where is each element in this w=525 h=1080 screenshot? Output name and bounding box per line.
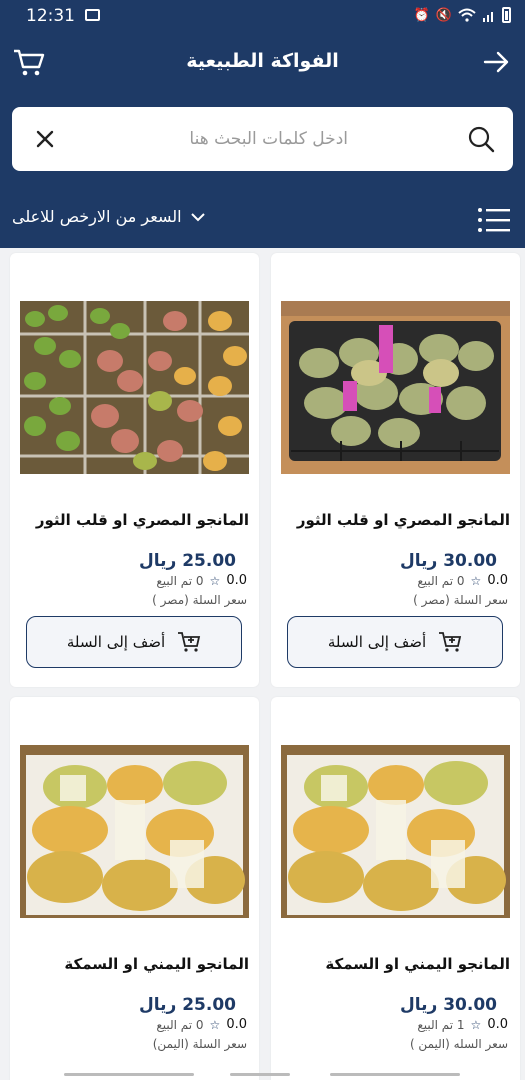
star-icon: ☆ bbox=[470, 1017, 482, 1032]
mute-icon: 🔇 bbox=[435, 7, 452, 23]
menu-list-icon[interactable] bbox=[477, 205, 511, 235]
search-placeholder: ادخل كلمات البحث هنا bbox=[189, 129, 348, 149]
product-image bbox=[20, 301, 249, 474]
scroll-indicator bbox=[330, 1073, 460, 1076]
chevron-down-icon bbox=[190, 212, 205, 221]
sold-count: 1 تم البيع bbox=[417, 1017, 465, 1032]
back-arrow-icon[interactable] bbox=[481, 47, 511, 77]
add-to-cart-button[interactable]: أضف إلى السلة bbox=[287, 616, 503, 668]
product-origin: سعر السلة (مصر ) bbox=[152, 593, 247, 607]
product-card[interactable]: المانجو المصري او قلب الثور 25.00 ريال 0… bbox=[10, 253, 259, 687]
sold-count: 0 تم البيع bbox=[417, 573, 465, 588]
rating-value: 0.0 bbox=[226, 573, 247, 588]
product-image bbox=[281, 745, 510, 918]
product-name: المانجو اليمني او السمكة bbox=[64, 955, 249, 973]
app-bar: الفواكة الطبيعية bbox=[0, 31, 525, 95]
rating-value: 0.0 bbox=[487, 1017, 508, 1032]
product-name: المانجو المصري او قلب الثور bbox=[296, 511, 510, 529]
product-card[interactable]: المانجو اليمني او السمكة 25.00 ريال 0.0 … bbox=[10, 697, 259, 1080]
search-icon[interactable] bbox=[467, 125, 495, 153]
sold-count: 0 تم البيع bbox=[156, 1017, 204, 1032]
status-time: 12:31 bbox=[26, 6, 75, 26]
close-icon[interactable] bbox=[32, 126, 58, 152]
product-meta: 0.0 ☆ 0 تم البيع bbox=[271, 573, 508, 588]
status-bar: 12:31 ⏰ 🔇 bbox=[0, 0, 525, 31]
product-card[interactable]: المانجو اليمني او السمكة 30.00 ريال 0.0 … bbox=[271, 697, 520, 1080]
product-card[interactable]: المانجو المصري او قلب الثور 30.00 ريال 0… bbox=[271, 253, 520, 687]
star-icon: ☆ bbox=[209, 1017, 221, 1032]
alarm-icon: ⏰ bbox=[413, 7, 430, 23]
product-origin: سعر السلة (مصر ) bbox=[413, 593, 508, 607]
product-price: 25.00 ريال bbox=[138, 995, 236, 1015]
add-to-cart-label: أضف إلى السلة bbox=[327, 633, 427, 651]
sort-dropdown[interactable]: السعر من الارخص للاعلى bbox=[12, 207, 206, 226]
battery-icon bbox=[502, 7, 511, 23]
status-icons: ⏰ 🔇 bbox=[414, 7, 511, 23]
product-meta: 0.0 ☆ 0 تم البيع bbox=[10, 1017, 247, 1032]
add-to-cart-button[interactable]: أضف إلى السلة bbox=[26, 616, 242, 668]
product-origin: سعر السلة (اليمن) bbox=[152, 1037, 247, 1051]
page-title: الفواكة الطبيعية bbox=[186, 50, 339, 72]
product-origin: سعر السله (اليمن ) bbox=[409, 1037, 508, 1051]
product-meta: 0.0 ☆ 0 تم البيع bbox=[10, 573, 247, 588]
scroll-indicator bbox=[230, 1073, 290, 1076]
sort-row: السعر من الارخص للاعلى bbox=[0, 205, 525, 235]
product-name: المانجو اليمني او السمكة bbox=[325, 955, 510, 973]
gallery-notification-icon bbox=[85, 9, 100, 21]
product-image bbox=[20, 745, 249, 918]
product-name: المانجو المصري او قلب الثور bbox=[35, 511, 249, 529]
search-area: ادخل كلمات البحث هنا السعر من الارخص للا… bbox=[0, 95, 525, 248]
search-input[interactable]: ادخل كلمات البحث هنا bbox=[12, 107, 513, 171]
rating-value: 0.0 bbox=[487, 573, 508, 588]
sold-count: 0 تم البيع bbox=[156, 573, 204, 588]
rating-value: 0.0 bbox=[226, 1017, 247, 1032]
product-price: 30.00 ريال bbox=[399, 551, 497, 571]
sort-label: السعر من الارخص للاعلى bbox=[12, 207, 182, 226]
product-meta: 0.0 ☆ 1 تم البيع bbox=[271, 1017, 508, 1032]
scroll-indicator bbox=[64, 1073, 194, 1076]
product-price: 25.00 ريال bbox=[138, 551, 236, 571]
add-to-cart-label: أضف إلى السلة bbox=[66, 633, 166, 651]
add-cart-icon bbox=[178, 632, 201, 652]
add-cart-icon bbox=[439, 632, 462, 652]
signal-icon bbox=[483, 12, 493, 22]
wifi-icon bbox=[458, 8, 476, 22]
product-price: 30.00 ريال bbox=[399, 995, 497, 1015]
star-icon: ☆ bbox=[470, 573, 482, 588]
product-image bbox=[281, 301, 510, 474]
star-icon: ☆ bbox=[209, 573, 221, 588]
